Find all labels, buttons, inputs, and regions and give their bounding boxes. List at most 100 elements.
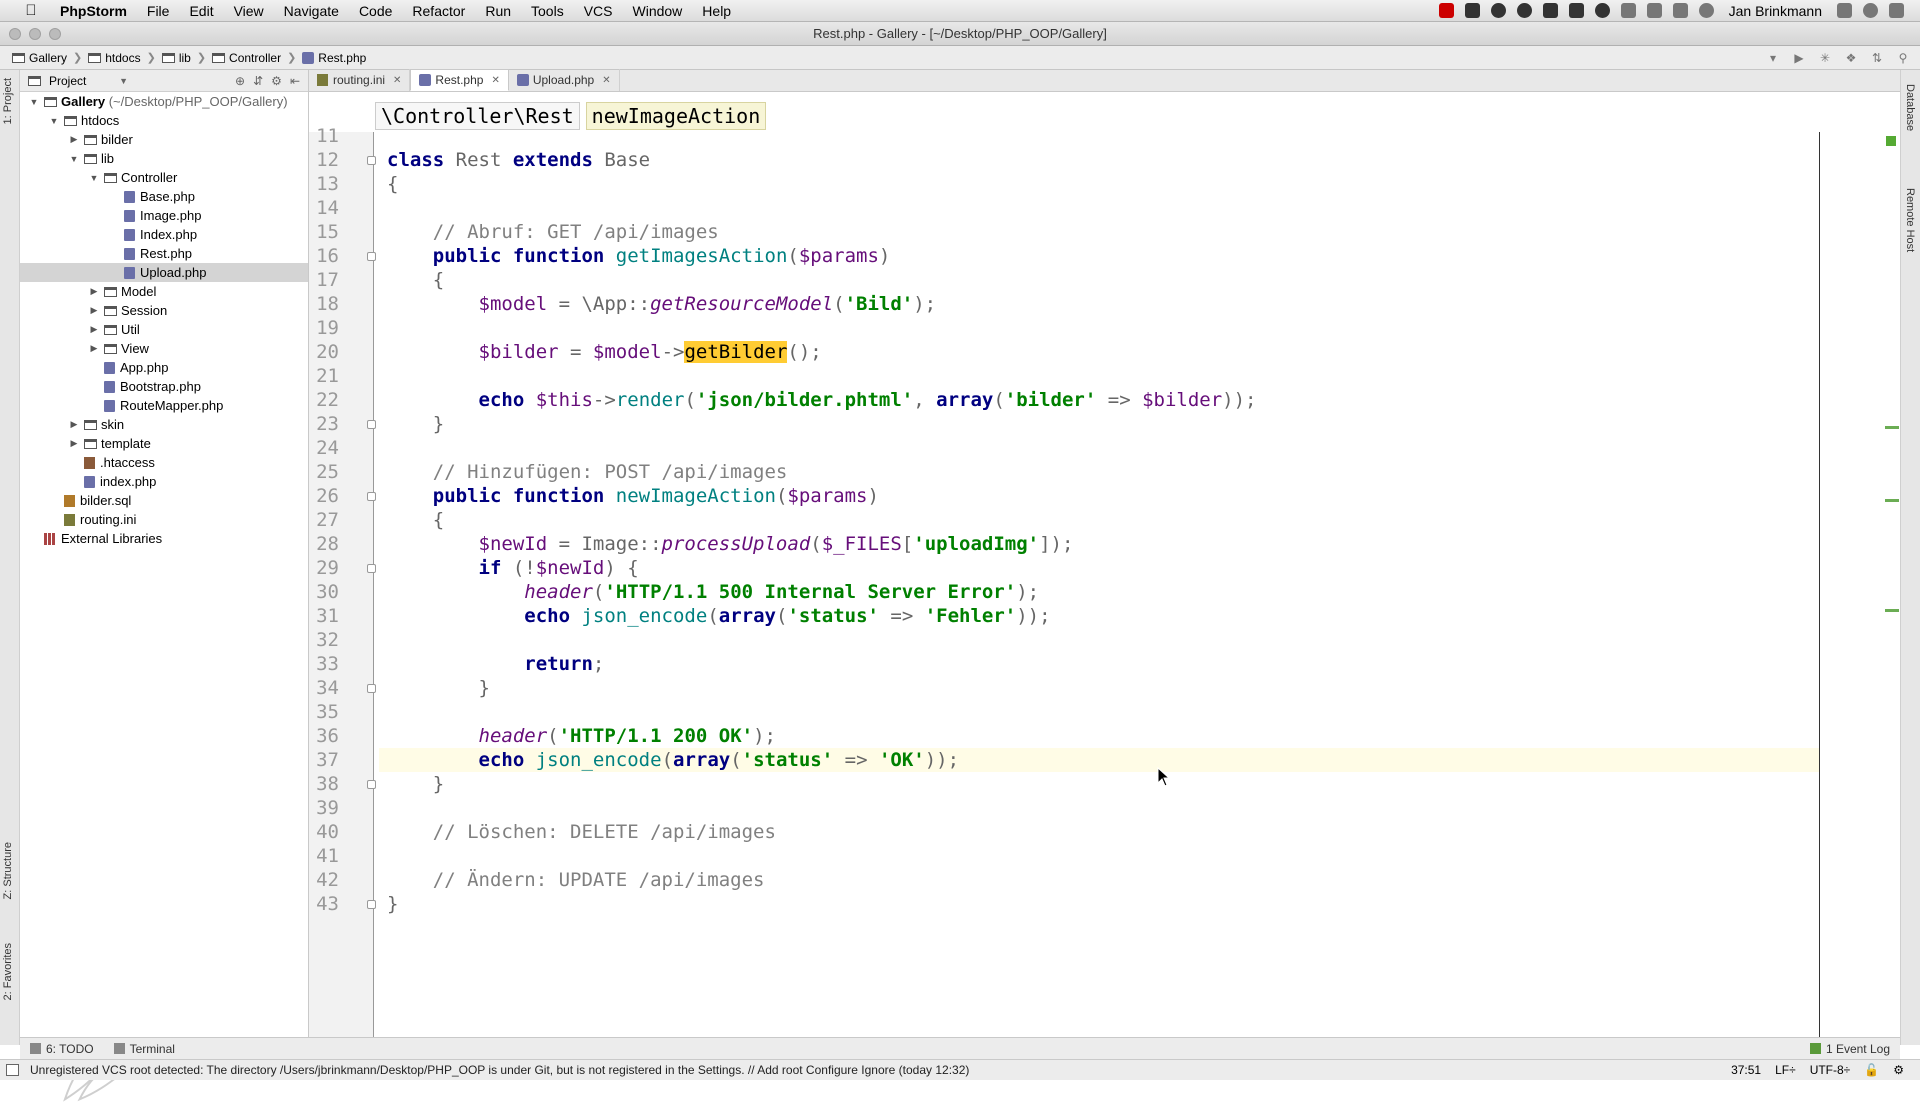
change-marker[interactable] xyxy=(1885,609,1899,612)
code-line[interactable]: public function getImagesAction($params) xyxy=(387,244,891,268)
menu-tools[interactable]: Tools xyxy=(521,0,574,22)
inspector-icon[interactable]: ⚙ xyxy=(1893,1063,1904,1077)
debug-icon[interactable]: ✳ xyxy=(1818,51,1832,65)
tree-item[interactable]: ▶ skin xyxy=(20,415,308,434)
tree-item[interactable]: bilder.sql xyxy=(20,491,308,510)
code-line[interactable]: { xyxy=(387,508,444,532)
line-separator[interactable]: LF÷ xyxy=(1775,1063,1796,1077)
fold-marker-icon[interactable] xyxy=(367,684,376,693)
collapse-all-icon[interactable]: ⇵ xyxy=(253,74,263,88)
toggle-tool-windows-icon[interactable] xyxy=(6,1064,19,1076)
code-line[interactable]: { xyxy=(387,172,398,196)
tree-item[interactable]: Base.php xyxy=(20,187,308,206)
status-message[interactable]: Unregistered VCS root detected: The dire… xyxy=(30,1063,969,1077)
tree-item[interactable]: ▶ View xyxy=(20,339,308,358)
cloud-icon[interactable] xyxy=(1516,3,1532,18)
editor-tab[interactable]: routing.ini ✕ xyxy=(309,69,411,91)
spotlight-icon[interactable] xyxy=(1863,3,1878,18)
fold-marker-icon[interactable] xyxy=(367,900,376,909)
lock-icon[interactable]: 🔓 xyxy=(1864,1063,1879,1077)
fold-marker-icon[interactable] xyxy=(367,156,376,165)
run-icon[interactable]: ▶ xyxy=(1792,51,1806,65)
fold-marker-icon[interactable] xyxy=(367,780,376,789)
run-config-dropdown-icon[interactable]: ▾ xyxy=(1766,51,1780,65)
fold-marker-icon[interactable] xyxy=(367,252,376,261)
collapse-arrow-icon[interactable]: ▶ xyxy=(68,419,80,430)
menu-edit[interactable]: Edit xyxy=(179,0,223,22)
app-menu[interactable]: PhpStorm xyxy=(50,0,137,22)
editor-tab[interactable]: Rest.php ✕ xyxy=(410,69,509,91)
tree-item[interactable]: ▶ Util xyxy=(20,320,308,339)
code-line[interactable]: echo json_encode(array('status' => 'OK')… xyxy=(387,748,960,772)
collapse-arrow-icon[interactable]: ▶ xyxy=(88,343,100,354)
menu-refactor[interactable]: Refactor xyxy=(402,0,475,22)
collapse-arrow-icon[interactable]: ▶ xyxy=(68,134,80,145)
code-line[interactable]: return; xyxy=(387,652,604,676)
collapse-arrow-icon[interactable]: ▶ xyxy=(88,324,100,335)
close-window-button[interactable] xyxy=(9,28,21,40)
tree-item[interactable]: index.php xyxy=(20,472,308,491)
code-line[interactable]: } xyxy=(387,772,444,796)
tool-tab-database[interactable]: Database xyxy=(1904,84,1916,131)
tree-item[interactable]: ▼ Controller xyxy=(20,168,308,187)
code-line[interactable]: $model = \App::getResourceModel('Bild'); xyxy=(387,292,937,316)
breadcrumb-item[interactable]: htdocs xyxy=(84,48,144,68)
crumb-class[interactable]: \Controller\Rest xyxy=(375,102,580,130)
collapse-arrow-icon[interactable]: ▶ xyxy=(88,305,100,316)
tool-tab-event-log[interactable]: 1 Event Log xyxy=(1800,1042,1900,1056)
code-line[interactable]: if (!$newId) { xyxy=(387,556,639,580)
tree-root[interactable]: ▼ Gallery (~/Desktop/PHP_OOP/Gallery) xyxy=(20,92,308,111)
tree-item[interactable]: Index.php xyxy=(20,225,308,244)
dropbox-icon[interactable] xyxy=(1464,3,1480,18)
code-line[interactable]: } xyxy=(387,892,398,916)
fold-marker-icon[interactable] xyxy=(367,564,376,573)
code-line[interactable]: // Hinzufügen: POST /api/images xyxy=(387,460,788,484)
vcs-update-icon[interactable]: ⇅ xyxy=(1870,51,1884,65)
change-marker[interactable] xyxy=(1885,499,1899,502)
code-line[interactable]: echo json_encode(array('status' => 'Fehl… xyxy=(387,604,1050,628)
breadcrumb-item[interactable]: lib xyxy=(158,48,195,68)
code-line[interactable]: } xyxy=(387,676,490,700)
breadcrumb-item[interactable]: Rest.php xyxy=(298,48,370,68)
search-everywhere-icon[interactable]: ⚲ xyxy=(1896,51,1910,65)
code-editor[interactable]: \Controller\Rest newImageAction 11 12 13 14… xyxy=(309,92,1900,1045)
file-encoding[interactable]: UTF-8÷ xyxy=(1810,1063,1851,1077)
evernote-icon[interactable] xyxy=(1542,3,1558,18)
code-line[interactable]: } xyxy=(387,412,444,436)
user-name[interactable]: Jan Brinkmann xyxy=(1729,3,1822,19)
code-line[interactable]: // Abruf: GET /api/images xyxy=(387,220,719,244)
tree-item[interactable]: ▼ lib xyxy=(20,149,308,168)
change-marker[interactable] xyxy=(1885,426,1899,429)
code-line[interactable]: $newId = Image::processUpload($_FILES['u… xyxy=(387,532,1074,556)
leaf-icon[interactable] xyxy=(1490,3,1506,18)
breadcrumb-item[interactable]: Gallery xyxy=(8,48,71,68)
code-line[interactable]: { xyxy=(387,268,444,292)
tool-tab-remote-host[interactable]: Remote Host xyxy=(1904,188,1916,252)
expand-arrow-icon[interactable]: ▼ xyxy=(48,116,60,126)
record-icon[interactable] xyxy=(1438,3,1454,18)
menu-vcs[interactable]: VCS xyxy=(574,0,623,22)
volume-icon[interactable] xyxy=(1646,3,1662,18)
tree-item[interactable]: .htaccess xyxy=(20,453,308,472)
code-line[interactable]: $bilder = $model->getBilder(); xyxy=(387,340,822,364)
editor-gutter[interactable]: 11 12 13 14 15 16 17 18 19 20 21 22 23 24 25 26 27 28 29 30… xyxy=(309,125,394,1045)
menu-window[interactable]: Window xyxy=(623,0,693,22)
time-machine-icon[interactable] xyxy=(1698,3,1714,18)
collapse-arrow-icon[interactable]: ▶ xyxy=(68,438,80,449)
tree-item[interactable]: routing.ini xyxy=(20,510,308,529)
tree-item[interactable]: ▼ htdocs xyxy=(20,111,308,130)
tool-tab-terminal[interactable]: Terminal xyxy=(104,1042,185,1056)
code-line[interactable]: public function newImageAction($params) xyxy=(387,484,879,508)
tool-tab-structure[interactable]: Z: Structure xyxy=(2,842,14,899)
menu-view[interactable]: View xyxy=(224,0,274,22)
keyboard-icon[interactable] xyxy=(1620,3,1636,18)
tree-item[interactable]: External Libraries xyxy=(20,529,308,548)
code-line[interactable]: header('HTTP/1.1 500 Internal Server Err… xyxy=(387,580,1039,604)
code-line[interactable]: // Löschen: DELETE /api/images xyxy=(387,820,776,844)
tool-tab-project[interactable]: 1: Project xyxy=(2,78,14,124)
code-line[interactable]: // Ändern: UPDATE /api/images xyxy=(387,868,765,892)
tree-item[interactable]: App.php xyxy=(20,358,308,377)
code-line[interactable]: header('HTTP/1.1 200 OK'); xyxy=(387,724,776,748)
inspection-ok-icon[interactable] xyxy=(1886,136,1896,146)
hide-panel-icon[interactable]: ⇤ xyxy=(290,74,300,88)
